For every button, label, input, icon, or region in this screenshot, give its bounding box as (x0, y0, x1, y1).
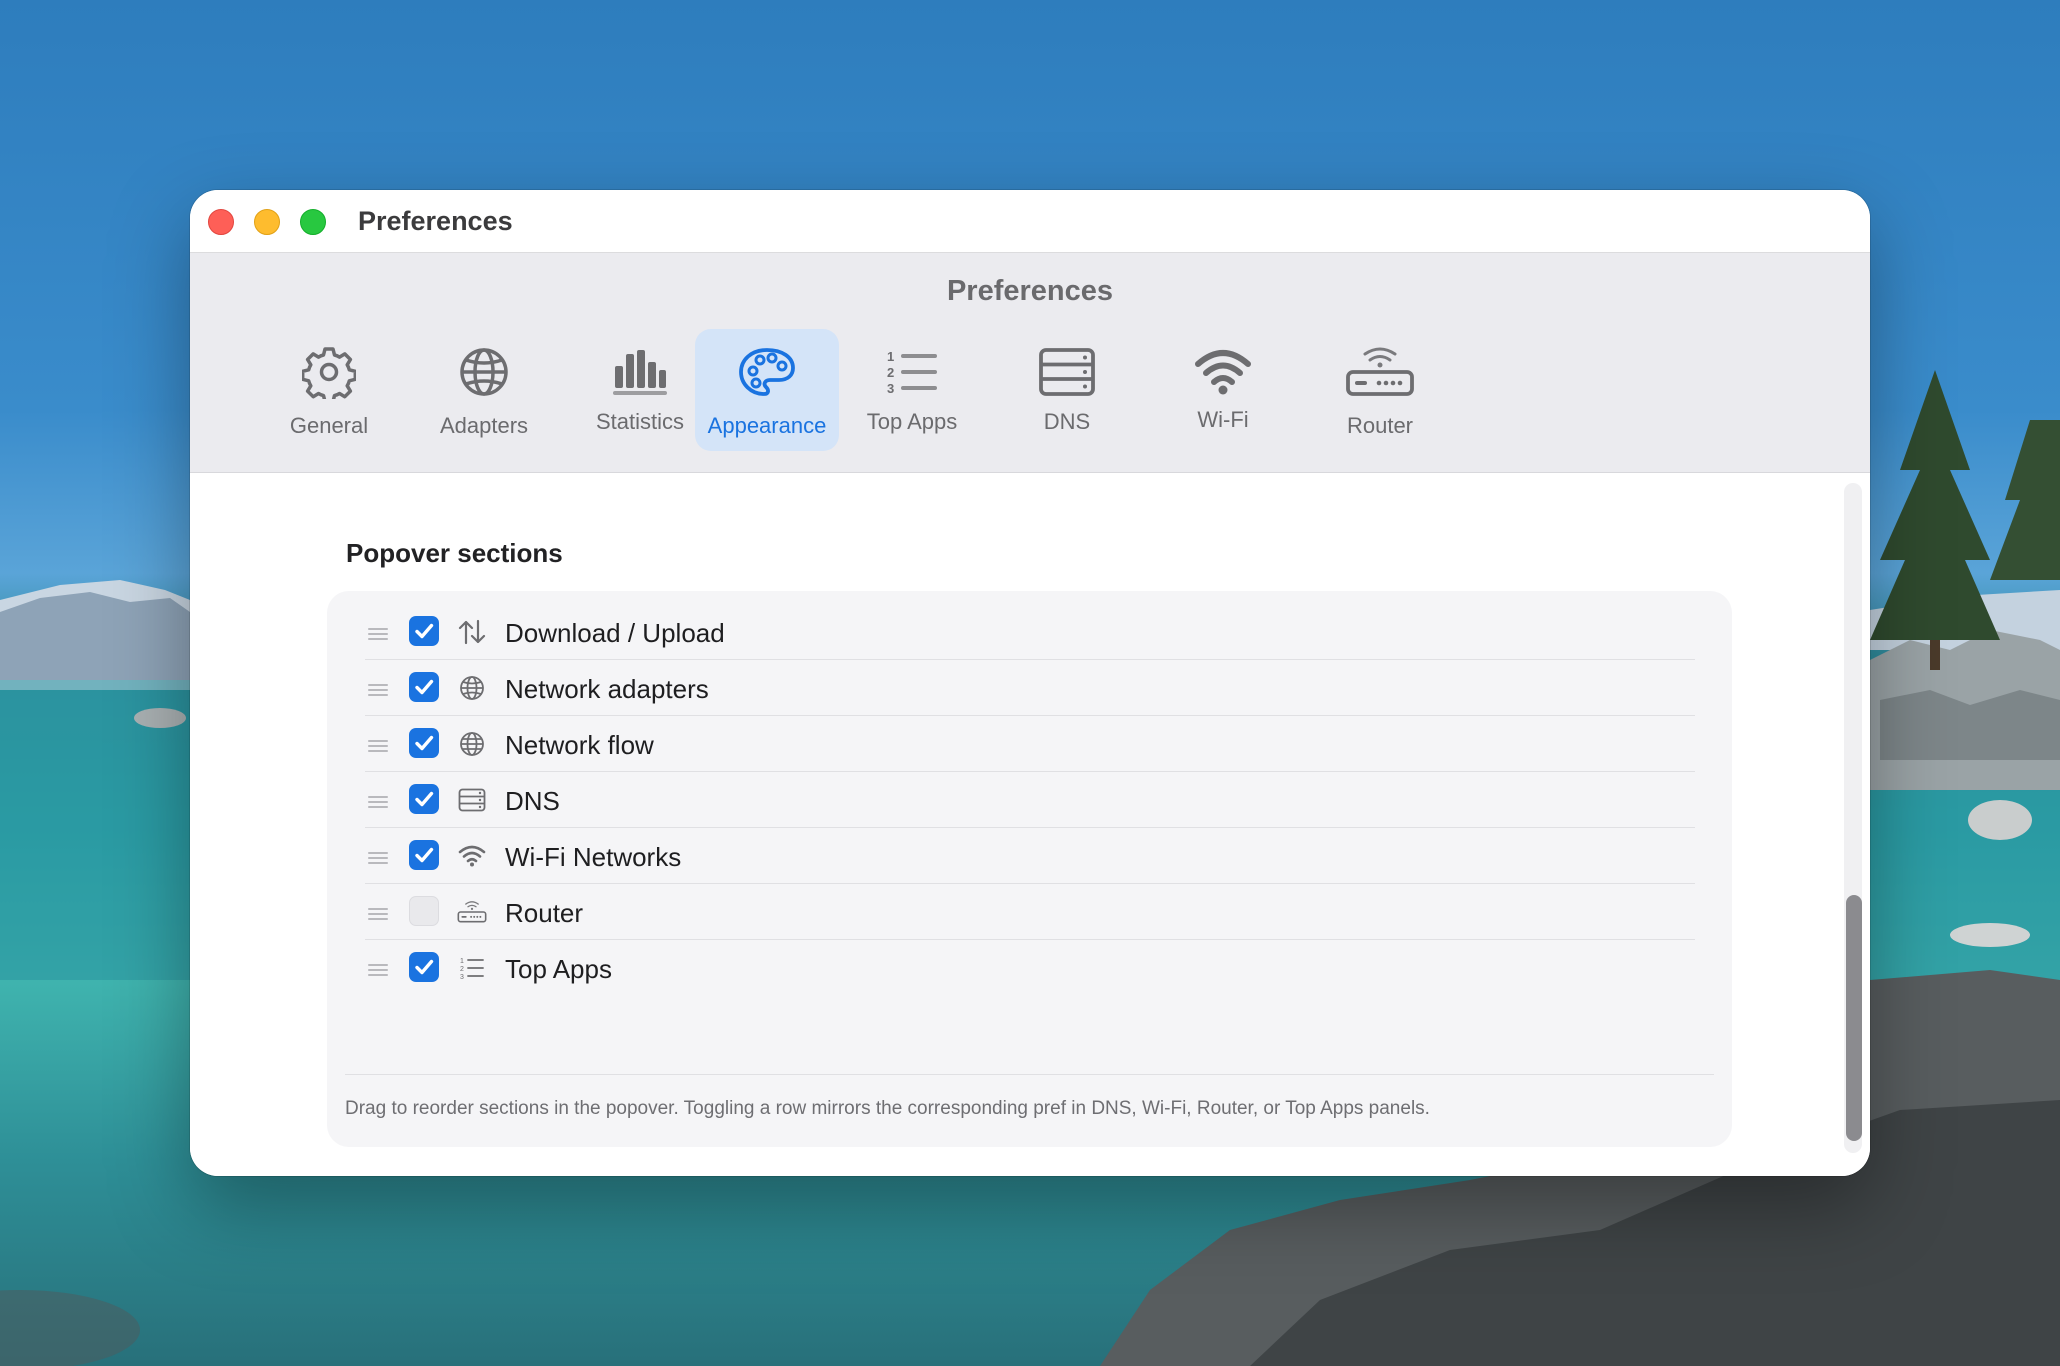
numbered-list-icon: 1 2 3 (840, 343, 984, 401)
wifi-icon (457, 841, 487, 871)
server-icon (995, 343, 1139, 401)
section-label: Router (505, 898, 584, 928)
tab-appearance-label: Appearance (707, 413, 827, 438)
drag-handle-icon[interactable] (368, 628, 388, 643)
section-checkbox[interactable] (409, 840, 439, 870)
tab-wifi-label: Wi-Fi (1197, 407, 1249, 432)
section-checkbox[interactable] (409, 784, 439, 814)
tab-dns[interactable]: DNS (995, 329, 1139, 451)
globe-grid-icon (457, 729, 487, 759)
drag-handle-icon[interactable] (368, 740, 388, 755)
gear-icon (257, 343, 401, 401)
list-item-dns[interactable]: DNS (365, 772, 1695, 828)
toolbar-title: Preferences (946, 275, 1114, 307)
preferences-toolbar: Preferences General Adapters Statistics … (190, 253, 1870, 473)
drag-handle-icon[interactable] (368, 796, 388, 811)
svg-text:1: 1 (460, 958, 464, 965)
section-label: Download / Upload (505, 618, 725, 648)
zoom-window-button[interactable] (300, 209, 326, 235)
list-item-network-adapters[interactable]: Network adapters (365, 660, 1695, 716)
router-icon (457, 897, 487, 927)
arrows-up-down-icon (457, 617, 487, 647)
svg-text:3: 3 (887, 381, 894, 396)
tab-adapters[interactable]: Adapters (412, 329, 556, 451)
footer-note: Drag to reorder sections in the popover.… (345, 1098, 1430, 1119)
svg-text:2: 2 (887, 365, 894, 380)
close-window-button[interactable] (208, 209, 234, 235)
minimize-window-button[interactable] (254, 209, 280, 235)
palette-icon (695, 343, 839, 401)
drag-handle-icon[interactable] (368, 908, 388, 923)
section-label: Top Apps (505, 954, 612, 984)
list-item-router[interactable]: Router (365, 884, 1695, 940)
section-title: Popover sections (346, 538, 563, 568)
section-checkbox[interactable] (409, 896, 439, 926)
drag-handle-icon[interactable] (368, 852, 388, 867)
appearance-pane: Popover sections Download / Upload Netwo… (190, 473, 1870, 1176)
section-label: Network flow (505, 730, 654, 760)
drag-handle-icon[interactable] (368, 684, 388, 699)
list-item-download-upload[interactable]: Download / Upload (365, 604, 1695, 660)
tab-router[interactable]: Router (1308, 329, 1452, 451)
globe-icon (457, 673, 487, 703)
tab-router-label: Router (1346, 413, 1414, 438)
section-checkbox[interactable] (409, 672, 439, 702)
section-checkbox[interactable] (409, 616, 439, 646)
preferences-window: Preferences Preferences General Adapters… (190, 190, 1870, 1176)
svg-text:2: 2 (460, 966, 464, 973)
list-item-top-apps[interactable]: 123 Top Apps (365, 940, 1695, 996)
svg-text:3: 3 (460, 974, 464, 980)
tab-general[interactable]: General (257, 329, 401, 451)
section-label: Wi-Fi Networks (505, 842, 682, 872)
bar-chart-icon (568, 343, 712, 401)
tab-wifi[interactable]: Wi-Fi (1151, 329, 1295, 451)
svg-text:1: 1 (887, 349, 894, 364)
tab-top-apps[interactable]: 1 2 3 Top Apps (840, 329, 984, 451)
section-label: Network adapters (505, 674, 709, 704)
card-divider (345, 1074, 1714, 1075)
server-icon (457, 785, 487, 815)
list-item-wifi-networks[interactable]: Wi-Fi Networks (365, 828, 1695, 884)
tab-general-label: General (289, 413, 369, 438)
list-item-network-flow[interactable]: Network flow (365, 716, 1695, 772)
popover-sections-list: Download / Upload Network adapters Netwo… (327, 591, 1732, 1147)
globe-icon (412, 343, 556, 401)
router-icon (1308, 343, 1452, 401)
numbered-list-icon: 123 (457, 953, 487, 983)
window-title: Preferences (358, 206, 513, 236)
tab-dns-label: DNS (1043, 409, 1091, 434)
section-checkbox[interactable] (409, 952, 439, 982)
section-checkbox[interactable] (409, 728, 439, 758)
scrollbar-thumb[interactable] (1846, 895, 1862, 1141)
section-label: DNS (505, 786, 560, 816)
tab-adapters-label: Adapters (439, 413, 529, 438)
wifi-icon (1151, 343, 1295, 401)
title-bar: Preferences (190, 190, 1870, 253)
tab-top-apps-label: Top Apps (866, 409, 958, 434)
drag-handle-icon[interactable] (368, 964, 388, 979)
tab-appearance[interactable]: Appearance (695, 329, 839, 451)
